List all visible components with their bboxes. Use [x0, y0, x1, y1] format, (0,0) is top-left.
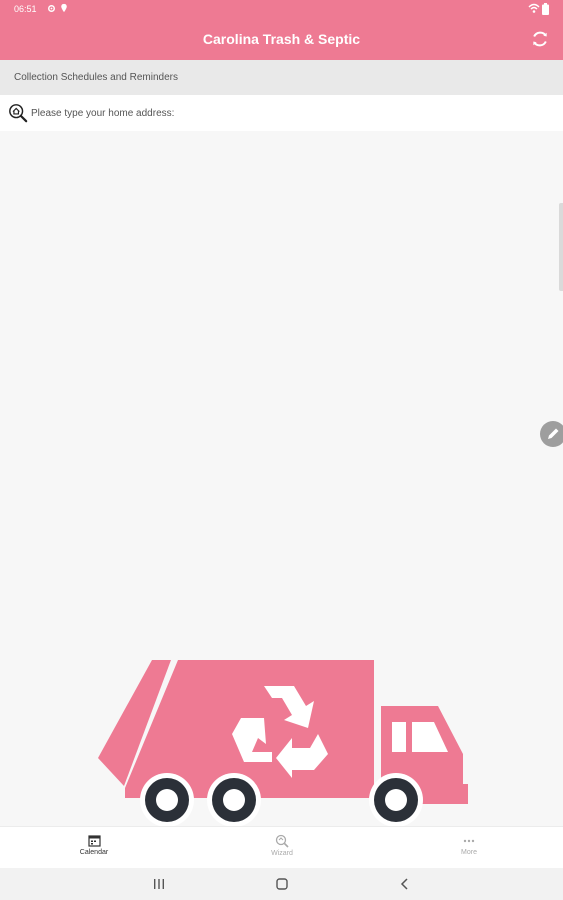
- home-search-icon[interactable]: [8, 103, 28, 123]
- more-icon: [463, 839, 475, 843]
- address-search-bar[interactable]: [0, 95, 563, 131]
- location-icon: [61, 3, 67, 13]
- subheader: Collection Schedules and Reminders: [0, 60, 563, 95]
- recents-button[interactable]: [152, 877, 166, 891]
- nav-label-wizard: Wizard: [271, 850, 293, 857]
- bottom-navigation: Calendar Wizard More: [0, 826, 563, 869]
- nav-item-calendar[interactable]: Calendar: [34, 827, 154, 869]
- gear-icon: [48, 5, 55, 12]
- status-bar: 06:51: [0, 0, 563, 18]
- nav-label-calendar: Calendar: [79, 849, 109, 856]
- subheader-text: Collection Schedules and Reminders: [14, 72, 178, 83]
- address-input[interactable]: [31, 107, 563, 119]
- garbage-truck-illustration: [98, 660, 468, 827]
- app-bar: Carolina Trash & Septic: [0, 18, 563, 60]
- home-button[interactable]: [275, 877, 289, 891]
- wifi-icon: [528, 3, 540, 13]
- nav-item-wizard[interactable]: Wizard: [222, 827, 342, 869]
- nav-item-more[interactable]: More: [409, 827, 529, 869]
- edit-fab-button[interactable]: [540, 421, 563, 447]
- nav-label-more: More: [461, 849, 477, 856]
- scroll-handle[interactable]: [559, 203, 563, 291]
- calendar-icon: [87, 835, 101, 847]
- wizard-search-icon: [275, 834, 289, 848]
- system-navigation-bar: [0, 868, 563, 900]
- back-button[interactable]: [398, 877, 412, 891]
- status-time: 06:51: [14, 4, 37, 14]
- refresh-icon[interactable]: [530, 29, 550, 49]
- pencil-icon: [548, 428, 559, 439]
- battery-icon: [542, 3, 549, 15]
- app-title: Carolina Trash & Septic: [202, 31, 361, 47]
